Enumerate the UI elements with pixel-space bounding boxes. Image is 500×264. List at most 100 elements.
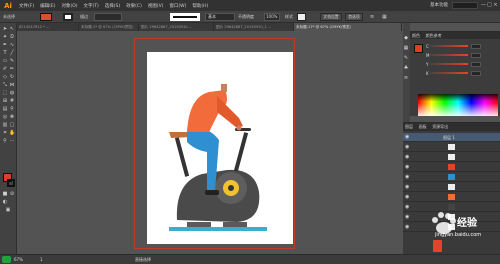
magic-wand-icon[interactable]: ✦	[2, 34, 8, 40]
zoom-level[interactable]: 67%	[14, 257, 23, 262]
brushes-icon[interactable]: ✎	[403, 55, 409, 61]
stroke-swatch[interactable]	[63, 13, 73, 21]
eye-icon[interactable]: ◉	[405, 134, 409, 140]
graphic-style-swatch[interactable]	[297, 13, 306, 21]
workspace-switcher[interactable]: 基本功能	[430, 2, 448, 8]
document-setup-button[interactable]: 文档设置	[320, 13, 342, 21]
opacity-field[interactable]: 100%	[264, 13, 280, 21]
direct-selection-tool-icon[interactable]: ↖	[9, 26, 15, 32]
none-color-icon[interactable]: ⊘	[9, 191, 15, 197]
curvature-tool-icon[interactable]: ∿	[9, 42, 15, 48]
menu-window[interactable]: 窗口(W)	[166, 3, 189, 9]
shape-builder-icon[interactable]: ◍	[9, 90, 15, 96]
rotate-tool-icon[interactable]: ↻	[9, 74, 15, 80]
layer-row[interactable]: ◉	[403, 143, 500, 152]
column-graph-icon[interactable]: ▥	[2, 122, 8, 128]
width-tool-icon[interactable]: ⋈	[9, 82, 15, 88]
layer-row[interactable]: ◉ 图层 1	[403, 133, 500, 142]
tab-layers[interactable]: 图层	[403, 123, 415, 130]
selection-tool-icon[interactable]: ➤	[2, 26, 8, 32]
artboard[interactable]	[147, 52, 293, 244]
stroke-weight-field[interactable]	[94, 13, 122, 21]
menu-select[interactable]: 选择(S)	[102, 3, 123, 9]
menu-view[interactable]: 视图(V)	[145, 3, 167, 9]
layer-row[interactable]: ◉	[403, 193, 500, 202]
fill-swatch[interactable]	[40, 13, 52, 21]
slider-k[interactable]: K	[426, 70, 481, 76]
tab-document-2[interactable]: 未标题-1* @ 67% (CMYK/预览)	[79, 23, 139, 31]
brush-style-dropdown[interactable]: 基本	[205, 13, 235, 21]
draw-normal-icon[interactable]: ◐	[2, 199, 8, 205]
pencil-icon[interactable]: ✏	[9, 66, 15, 72]
screen-mode-icon[interactable]: ▣	[5, 207, 11, 213]
maximize-button[interactable]: □	[487, 2, 492, 8]
slider-c[interactable]: C	[426, 43, 481, 49]
eraser-icon[interactable]: ◇	[2, 74, 8, 80]
lasso-icon[interactable]: ᘐ	[9, 34, 15, 40]
eye-icon[interactable]: ◉	[405, 164, 409, 170]
gradient-tool-icon[interactable]: ▤	[2, 106, 8, 112]
tab-document-active[interactable]: 未标题-17* @ 67% (CMYK/预览)	[294, 23, 402, 31]
eye-icon[interactable]: ◉	[405, 224, 409, 230]
color-spectrum[interactable]	[418, 94, 498, 116]
eye-icon[interactable]: ◉	[405, 154, 409, 160]
stroke-panel-icon[interactable]: ≡	[403, 75, 409, 81]
zoom-tool-icon[interactable]: ⚲	[2, 138, 8, 144]
menu-type[interactable]: 文字(T)	[81, 3, 102, 9]
layer-row[interactable]: ◉	[403, 183, 500, 192]
tab-color-guide[interactable]: 颜色参考	[424, 32, 444, 39]
stroke-color-icon[interactable]	[7, 179, 15, 187]
tab-artboards[interactable]: 画板	[417, 123, 429, 130]
layer-row[interactable]: ◉	[403, 153, 500, 162]
menu-object[interactable]: 对象(O)	[58, 3, 80, 9]
eye-icon[interactable]: ◉	[405, 214, 409, 220]
align-icon[interactable]: ≡	[370, 13, 378, 21]
search-input[interactable]	[452, 2, 478, 9]
layer-row[interactable]: ◉	[403, 173, 500, 182]
tab-document-4[interactable]: 图片 29642867_20190910_1 ...	[214, 23, 294, 31]
swatches-icon[interactable]: ▦	[403, 45, 409, 51]
color-mode-icon[interactable]: ■	[2, 191, 8, 197]
hand-tool-icon[interactable]: ✋	[9, 130, 15, 136]
symbols-icon[interactable]: ♣	[403, 65, 409, 71]
artboard-tool-icon[interactable]: ▢	[9, 122, 15, 128]
mesh-tool-icon[interactable]: #	[9, 98, 15, 104]
slider-y[interactable]: Y	[426, 61, 481, 67]
eyedropper-icon[interactable]: ⚲	[9, 106, 15, 112]
eye-icon[interactable]: ◉	[405, 194, 409, 200]
free-transform-icon[interactable]: ⬚	[2, 90, 8, 96]
line-tool-icon[interactable]: ╱	[9, 50, 15, 56]
transform-icon[interactable]: ▦	[382, 13, 390, 21]
layer-row[interactable]: ◉	[403, 163, 500, 172]
tab-document-1[interactable]: 8214247612 * ...	[17, 23, 79, 31]
eye-icon[interactable]: ◉	[405, 174, 409, 180]
eye-icon[interactable]: ◉	[405, 204, 409, 210]
pen-tool-icon[interactable]: ✒	[2, 42, 8, 48]
slice-tool-icon[interactable]: ⌗	[2, 130, 8, 136]
tab-asset-export[interactable]: 资源导出	[430, 123, 450, 130]
blend-tool-icon[interactable]: ◎	[2, 114, 8, 120]
more-tools-icon[interactable]: ⋯	[9, 138, 15, 144]
type-tool-icon[interactable]: T	[2, 50, 8, 56]
close-button[interactable]: ×	[493, 2, 498, 8]
panel-fill-swatch[interactable]	[414, 44, 423, 53]
scale-tool-icon[interactable]: ⤡	[2, 82, 8, 88]
preferences-button[interactable]: 首选项	[345, 13, 363, 21]
shaper-tool-icon[interactable]: ✐	[2, 66, 8, 72]
stroke-profile-dropdown[interactable]	[170, 13, 200, 21]
artboard-number[interactable]: 1	[40, 257, 43, 262]
rectangle-tool-icon[interactable]: ▭	[2, 58, 8, 64]
tab-color[interactable]: 颜色	[410, 32, 422, 39]
perspective-grid-icon[interactable]: ⊞	[2, 98, 8, 104]
tab-document-3[interactable]: 图片 29642867_20190910 ...	[139, 23, 214, 31]
menu-file[interactable]: 文件(F)	[16, 3, 37, 9]
properties-icon[interactable]: ◆	[403, 35, 409, 41]
menu-effect[interactable]: 效果(C)	[123, 3, 145, 9]
symbol-sprayer-icon[interactable]: ❋	[9, 114, 15, 120]
menu-edit[interactable]: 编辑(E)	[37, 3, 58, 9]
eye-icon[interactable]: ◉	[405, 144, 409, 150]
menu-help[interactable]: 帮助(H)	[189, 3, 211, 9]
paintbrush-icon[interactable]: ✎	[9, 58, 15, 64]
eye-icon[interactable]: ◉	[405, 184, 409, 190]
slider-m[interactable]: M	[426, 52, 481, 58]
